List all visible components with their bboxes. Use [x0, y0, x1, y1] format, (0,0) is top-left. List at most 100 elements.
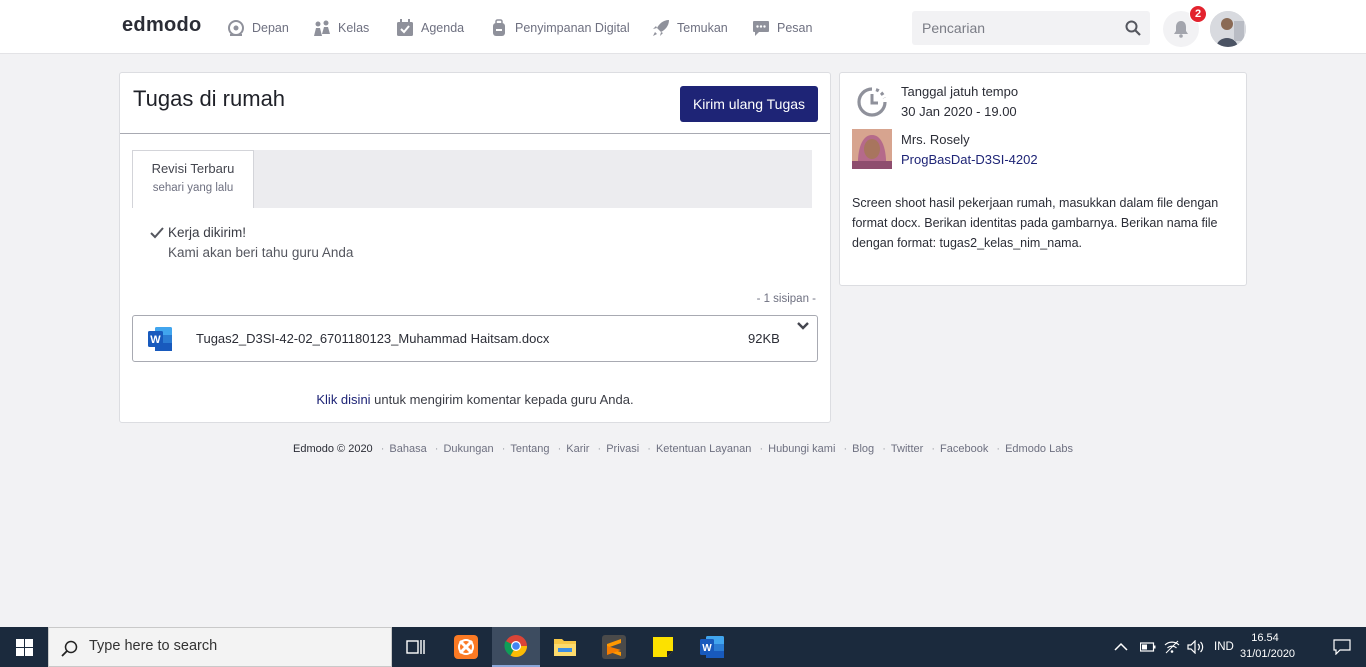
footer-link-ketentuan-layanan[interactable]: Ketentuan Layanan [656, 443, 751, 455]
taskbar-app-word[interactable]: W [688, 627, 736, 667]
clock-icon [857, 87, 887, 117]
teacher-avatar-image [852, 129, 892, 169]
file-name[interactable]: Tugas2_D3SI-42-02_6701180123_Muhammad Ha… [196, 331, 549, 346]
task-view-button[interactable] [392, 627, 440, 667]
nav-item-pesan[interactable]: Pesan [752, 17, 812, 39]
resend-assignment-button[interactable]: Kirim ulang Tugas [680, 86, 818, 122]
tab-title: Revisi Terbaru [151, 161, 235, 176]
tab-latest-revision[interactable]: Revisi Terbaru sehari yang lalu [132, 150, 254, 208]
checkmark-icon [150, 227, 164, 239]
bell-icon [1174, 21, 1188, 38]
assignment-card: Tugas di rumah Kirim ulang Tugas Revisi … [119, 72, 831, 423]
battery-icon [1140, 642, 1156, 652]
notification-badge: 2 [1189, 5, 1207, 23]
clock-date: 31/01/2020 [1240, 648, 1296, 660]
chevron-down-icon[interactable] [796, 320, 810, 332]
due-date-label: Tanggal jatuh tempo [901, 84, 1019, 99]
teacher-name[interactable]: Mrs. Rosely [901, 132, 970, 147]
footer-link-edmodo-labs[interactable]: Edmodo Labs [1005, 443, 1073, 455]
search-box [912, 11, 1150, 45]
footer-link-blog[interactable]: Blog [852, 443, 874, 455]
class-link[interactable]: ProgBasDat-D3SI-4202 [901, 152, 1038, 167]
search-icon[interactable] [1125, 20, 1141, 36]
nav-item-kelas[interactable]: Kelas [313, 17, 369, 39]
start-button[interactable] [0, 627, 48, 667]
action-center-button[interactable] [1318, 627, 1366, 667]
footer-link-facebook[interactable]: Facebook [940, 443, 988, 455]
taskbar-clock[interactable]: 16.54 31/01/2020 [1240, 630, 1296, 662]
word-icon: W [148, 327, 172, 351]
chrome-icon [504, 635, 527, 657]
nav-item-temukan[interactable]: Temukan [652, 17, 728, 39]
footer-link-tentang[interactable]: Tentang [510, 443, 549, 455]
svg-text:W: W [150, 334, 161, 346]
word-icon: W [700, 636, 724, 658]
file-size: 92KB [748, 331, 780, 346]
message-icon [753, 21, 769, 36]
network-tray-button[interactable] [1164, 627, 1180, 667]
taskbar-app-file-explorer[interactable] [541, 627, 589, 667]
nav-label: Agenda [421, 21, 465, 35]
chevron-up-icon [1114, 642, 1128, 651]
attachment-row[interactable]: W Tugas2_D3SI-42-02_6701180123_Muhammad … [132, 315, 818, 362]
windows-logo-icon [15, 638, 33, 656]
taskbar-app-chrome[interactable] [492, 627, 540, 667]
comment-text: untuk mengirim komentar kepada guru Anda… [370, 392, 634, 407]
file-explorer-icon [554, 639, 576, 656]
nav-item-agenda[interactable]: Agenda [396, 17, 464, 39]
footer-link-twitter[interactable]: Twitter [891, 443, 923, 455]
nav-label: Penyimpanan Digital [515, 21, 630, 35]
divider [120, 133, 830, 134]
rocket-icon [653, 20, 669, 36]
top-navigation: edmodo Depan Kelas Agenda Penyimpanan Di… [0, 0, 1366, 54]
taskbar-app-sticky-notes[interactable] [639, 627, 687, 667]
nav-label: Kelas [338, 21, 370, 35]
nav-label: Pesan [777, 21, 813, 35]
nav-label: Temukan [677, 21, 728, 35]
action-center-icon [1333, 639, 1351, 655]
taskbar-search-input[interactable] [89, 638, 369, 654]
comment-link[interactable]: Klik disini [316, 392, 370, 407]
assignment-details-card: Tanggal jatuh tempo 30 Jan 2020 - 19.00 … [839, 72, 1247, 286]
footer-link-bahasa[interactable]: Bahasa [389, 443, 426, 455]
nav-item-depan[interactable]: Depan [227, 17, 289, 39]
assignment-title: Tugas di rumah [133, 86, 286, 111]
taskbar-app-sublime-text[interactable] [590, 627, 638, 667]
assignment-description: Screen shoot hasil pekerjaan rumah, masu… [852, 196, 1219, 250]
revision-tabs: Revisi Terbaru sehari yang lalu [132, 150, 812, 208]
taskbar-app-xampp[interactable] [442, 627, 490, 667]
nav-item-penyimpanan-digital[interactable]: Penyimpanan Digital [490, 17, 630, 39]
footer-link-hubungi-kami[interactable]: Hubungi kami [768, 443, 835, 455]
xampp-icon [454, 635, 478, 659]
task-view-icon [406, 640, 425, 654]
nav-label: Depan [252, 21, 289, 35]
volume-tray-button[interactable] [1187, 627, 1205, 667]
home-icon [228, 20, 244, 36]
user-avatar-image [1210, 11, 1246, 47]
footer-link-karir[interactable]: Karir [566, 443, 589, 455]
page-footer: Edmodo © 2020 · Bahasa · Dukungan · Tentang… [293, 443, 1073, 455]
teacher-avatar[interactable] [852, 129, 892, 169]
windows-taskbar: W IND 16.54 31/01/2020 [0, 627, 1366, 667]
footer-copyright: Edmodo © 2020 [293, 443, 373, 455]
due-date: 30 Jan 2020 - 19.00 [901, 104, 1017, 119]
search-icon [61, 640, 78, 657]
submitted-subtitle: Kami akan beri tahu guru Anda [168, 245, 354, 260]
sticky-notes-icon [653, 637, 673, 657]
battery-tray-button[interactable] [1140, 627, 1156, 667]
wifi-icon [1164, 640, 1180, 654]
sublime-text-icon [602, 635, 626, 659]
footer-link-privasi[interactable]: Privasi [606, 443, 639, 455]
comment-prompt: Klik disini untuk mengirim komentar kepa… [120, 392, 830, 407]
svg-text:W: W [702, 643, 712, 654]
calendar-icon [397, 19, 413, 36]
search-input[interactable] [922, 20, 1112, 36]
input-language[interactable]: IND [1214, 627, 1234, 667]
tab-subtitle: sehari yang lalu [152, 182, 234, 194]
taskbar-search [48, 627, 392, 667]
speaker-icon [1187, 640, 1204, 654]
show-hidden-icons-button[interactable] [1114, 627, 1128, 667]
user-avatar[interactable] [1210, 11, 1246, 47]
edmodo-logo[interactable]: edmodo [122, 14, 202, 37]
footer-link-dukungan[interactable]: Dukungan [443, 443, 493, 455]
